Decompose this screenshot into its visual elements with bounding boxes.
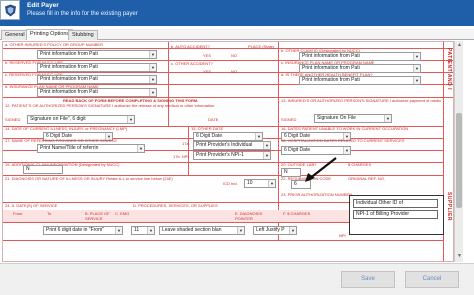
box19-input[interactable]: N <box>23 165 63 174</box>
chevron-down-icon: ▼ <box>149 76 156 83</box>
signed-label: SIGNED <box>5 117 21 122</box>
scroll-up-icon[interactable]: ▲ <box>456 42 463 49</box>
form-rule <box>278 42 279 126</box>
box15-select[interactable]: 6 Digit Date ▼ <box>193 132 263 141</box>
box9c-select[interactable]: Print information from Pati ▼ <box>37 75 157 84</box>
box24d-label: D. PROCEDURES, SERVICES, OR SUPPLIES <box>133 203 218 208</box>
place-state-label: PLACE (State) <box>248 44 275 49</box>
rendering-option-npi[interactable]: NPI-1 of Billing Provider <box>353 210 438 219</box>
box17-label: 17. NAME OF REFERRING PROVIDER OR OTHER … <box>5 138 118 143</box>
npi-label: NPI <box>339 233 346 238</box>
side-label-patient-insured: PATIENT AND I <box>446 48 452 90</box>
to-label: To <box>47 211 52 216</box>
box21-label: 21. DIAGNOSIS OR NATURE OF ILLNESS OR IN… <box>5 177 173 181</box>
side-label-physician: PHYSICIAN OR SUPPLIER <box>446 192 454 235</box>
box18-label: 18. HOSPITALIZATION DATES RELATED TO CUR… <box>281 138 405 143</box>
charges-label: $ CHARGES <box>348 162 372 167</box>
box10c-label: c. OTHER ACCIDENT? <box>171 61 213 66</box>
dialog-footer: Save Cancel <box>0 263 474 295</box>
box17b-label: 17b. NPI <box>173 154 189 159</box>
chevron-down-icon: ▼ <box>255 133 262 140</box>
chevron-down-icon: ▼ <box>268 180 275 187</box>
box24b-select[interactable]: 11 ▼ <box>131 226 155 235</box>
app-logo-icon <box>0 0 20 20</box>
box13-label: 13. INSURED'S OR AUTHORIZED PERSON'S SIG… <box>281 99 441 103</box>
icd-ind-label: ICD Ind. <box>223 181 238 186</box>
from-label: From <box>13 211 23 216</box>
box24c-select[interactable]: Leave shaded section blan ▼ <box>159 226 245 235</box>
box24a-select[interactable]: Print 6 digit date in "From" ▼ <box>43 226 123 235</box>
box17-select[interactable]: Print Name/Title of referrin ▼ <box>37 144 145 153</box>
chevron-down-icon: ▼ <box>115 227 122 234</box>
box13-select[interactable]: Signature On File ▼ <box>314 114 392 123</box>
date-label: DATE <box>208 117 219 122</box>
box24a-label: 24. A. DATE(S) OF SERVICE <box>5 203 58 208</box>
save-button[interactable]: Save <box>341 271 395 288</box>
box16-label: 16. DATES PATIENT UNABLE TO WORK IN CURR… <box>281 126 409 131</box>
form-rule <box>188 126 189 175</box>
scroll-down-icon[interactable]: ▼ <box>456 253 463 260</box>
yes-label: YES <box>203 69 212 74</box>
chevron-down-icon: ▼ <box>343 147 350 154</box>
chevron-down-icon: ▼ <box>289 227 296 234</box>
box9d-select[interactable]: Print information from Pati ▼ <box>37 88 157 97</box>
emg-label: C. EMG <box>115 211 130 216</box>
window-subtitle: Please fill in the info for the existing… <box>27 11 138 17</box>
chevron-down-icon: ▼ <box>413 53 420 60</box>
chevron-down-icon: ▼ <box>149 89 156 96</box>
box12-label: 12. PATIENT'S OR AUTHORIZED PERSON'S SIG… <box>5 104 215 108</box>
form-rule <box>278 126 279 240</box>
box10b-label: b. AUTO ACCIDENT? <box>171 44 210 49</box>
box9a-label: a. OTHER INSURED'S POLICY OR GROUP NUMBE… <box>5 42 103 47</box>
place-of-service-label: B. PLACE OF SERVICE <box>85 211 110 221</box>
box17a-label: 17a. <box>182 141 190 146</box>
signed-label: SIGNED <box>281 117 297 122</box>
no-label: NO <box>231 69 237 74</box>
box11d-select[interactable]: Print information from Pati ▼ <box>299 76 421 85</box>
arrow-icon <box>305 157 337 182</box>
cancel-button[interactable]: Cancel <box>405 271 459 288</box>
form-rule <box>3 48 453 49</box>
box21-icd-select[interactable]: 10 ▼ <box>244 179 276 188</box>
title-bar: Edit Payer Please fill in the info for t… <box>0 0 474 26</box>
box14-label: 14. DATE OF CURRENT ILLNESS, INJURY, or … <box>5 126 128 131</box>
box15-label: 15. OTHER DATE <box>191 126 224 131</box>
chevron-down-icon: ▼ <box>384 115 391 122</box>
chevron-down-icon: ▼ <box>263 142 270 149</box>
tab-strip: General Printing Options Stubbing <box>0 29 474 40</box>
tab-stubbing[interactable]: Stubbing <box>68 30 98 40</box>
window-title: Edit Payer <box>27 2 59 9</box>
chevron-down-icon: ▼ <box>147 227 154 234</box>
box23-label: 23. PRIOR AUTHORIZATION NUMBER <box>281 192 353 197</box>
box18-select[interactable]: 6 Digit Date ▼ <box>281 146 351 155</box>
chevron-down-icon: ▼ <box>413 65 420 72</box>
tab-printing-options[interactable]: Printing Options <box>26 29 74 40</box>
box9a-select[interactable]: Print information from Pati ▼ <box>37 50 157 59</box>
box17b-select[interactable]: Print Provider's NPI-1 ▼ <box>193 151 271 160</box>
chevron-down-icon: ▼ <box>137 145 144 152</box>
read-back-notice: READ BACK OF FORM BEFORE COMPLETING & SI… <box>63 98 199 103</box>
chevron-down-icon: ▼ <box>413 77 420 84</box>
tab-general[interactable]: General <box>1 30 29 40</box>
rendering-provider-options: Individual Other ID of NPI-1 of Billing … <box>349 195 444 235</box>
chevron-down-icon: ▼ <box>127 116 134 123</box>
chevron-down-icon: ▼ <box>237 227 244 234</box>
form-rule <box>3 240 443 241</box>
no-label: NO <box>231 53 237 58</box>
box24e-label: E. DIAGNOSIS POINTER <box>235 211 263 221</box>
box12-select[interactable]: Signature on File", 6 digit ▼ <box>27 115 135 124</box>
chevron-down-icon: ▼ <box>263 152 270 159</box>
chevron-down-icon: ▼ <box>149 64 156 71</box>
form-rule <box>168 42 169 126</box>
box24f-select[interactable]: Left Justify P ▼ <box>253 226 297 235</box>
box24f-label: F. $ CHARGES <box>283 211 311 216</box>
box17a-select[interactable]: Print Provider's Individual ▼ <box>193 141 271 150</box>
vertical-scrollbar[interactable]: ▲ ▼ <box>454 41 463 262</box>
chevron-down-icon: ▼ <box>149 51 156 58</box>
original-ref-label: ORIGINAL REF. NO. <box>348 176 385 181</box>
rendering-option-individual[interactable]: Individual Other ID of <box>353 199 438 208</box>
yes-label: YES <box>203 53 212 58</box>
box9b-select[interactable]: Print information from Pati ▼ <box>37 63 157 72</box>
scrollbar-thumb[interactable] <box>456 113 462 208</box>
